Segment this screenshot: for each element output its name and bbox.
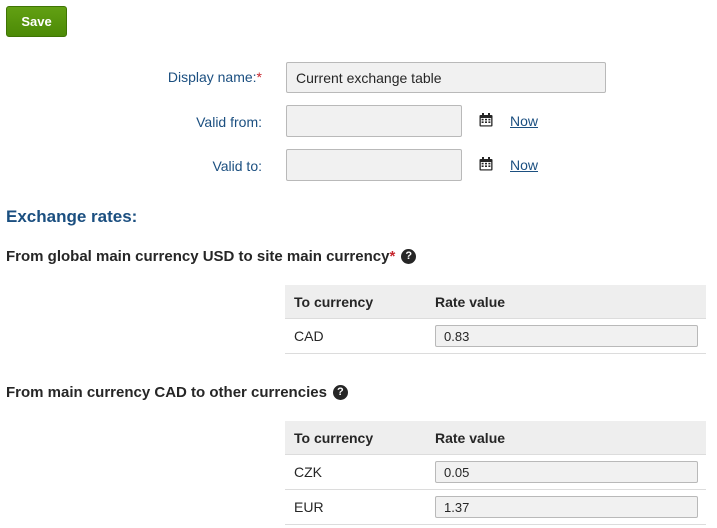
rate-input[interactable] (435, 325, 698, 347)
display-name-label-text: Display name: (167, 69, 257, 85)
calendar-icon[interactable] (479, 157, 493, 171)
currency-code: EUR (294, 499, 324, 515)
column-header-to-currency: To currency (294, 430, 374, 446)
table-header: To currency Rate value (285, 285, 706, 319)
other-rates-heading: From main currency CAD to other currenci… (6, 384, 348, 401)
other-rates-table: To currency Rate value CZK EUR (285, 421, 706, 525)
column-header-to-currency: To currency (294, 294, 374, 310)
table-header: To currency Rate value (285, 421, 706, 455)
help-icon[interactable]: ? (332, 385, 348, 400)
display-name-label: Display name:* (168, 69, 262, 85)
valid-from-label: Valid from: (196, 114, 262, 130)
currency-code: CAD (294, 328, 324, 344)
rate-input[interactable] (435, 461, 698, 483)
table-row: EUR (285, 490, 706, 525)
valid-to-label: Valid to: (212, 158, 262, 174)
valid-to-now-link[interactable]: Now (510, 157, 538, 173)
required-mark: * (389, 248, 396, 265)
valid-from-now-link[interactable]: Now (510, 113, 538, 129)
table-row: CAD (285, 319, 706, 354)
global-rates-table: To currency Rate value CAD (285, 285, 706, 354)
column-header-rate-value: Rate value (435, 294, 506, 310)
other-rates-title: From main currency CAD to other currenci… (6, 384, 327, 401)
exchange-table-edit-page: Save Display name:* Valid from: Now Vali… (0, 0, 717, 528)
rate-input[interactable] (435, 496, 698, 518)
save-button[interactable]: Save (6, 6, 67, 37)
valid-from-input[interactable] (286, 105, 462, 137)
column-header-rate-value: Rate value (435, 430, 506, 446)
display-name-input[interactable] (286, 62, 606, 93)
exchange-rates-heading: Exchange rates: (6, 207, 138, 226)
required-mark: * (256, 69, 262, 85)
currency-code: CZK (294, 464, 322, 480)
table-row: CZK (285, 455, 706, 490)
help-icon[interactable]: ? (401, 249, 417, 264)
global-rates-heading: From global main currency USD to site ma… (6, 248, 417, 265)
calendar-icon[interactable] (479, 113, 493, 127)
valid-to-input[interactable] (286, 149, 462, 181)
global-rates-title: From global main currency USD to site ma… (6, 248, 390, 265)
